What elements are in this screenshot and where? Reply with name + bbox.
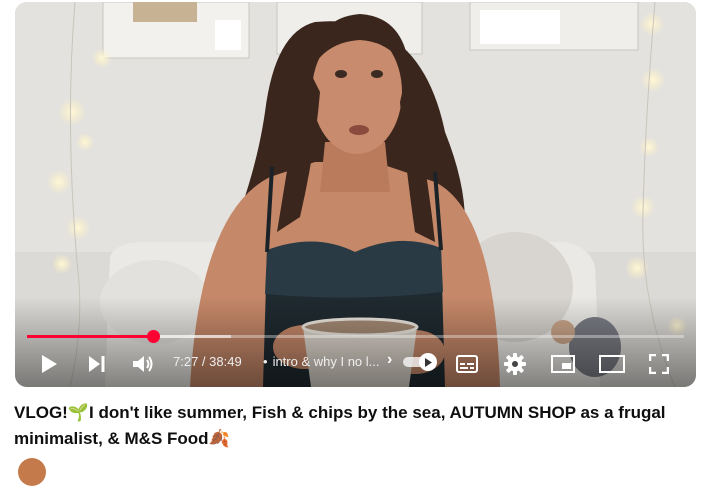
duration: 38:49 [209, 354, 242, 369]
video-title: VLOG!🌱I don't like summer, Fish & chips … [14, 403, 666, 448]
time-display: 7:27 / 38:49 [173, 354, 242, 369]
theater-mode-button[interactable] [597, 346, 627, 382]
volume-button[interactable] [129, 346, 157, 382]
miniplayer-icon [551, 355, 575, 373]
progress-bar[interactable] [27, 330, 684, 343]
miniplayer-button[interactable] [549, 346, 577, 382]
autoplay-play-icon [425, 357, 432, 367]
subtitles-icon [456, 355, 478, 373]
theater-mode-icon [599, 355, 625, 373]
next-icon [89, 356, 105, 372]
chapter-button[interactable]: • intro & why I no l... [263, 354, 380, 369]
controls-gradient [15, 297, 696, 387]
volume-icon [133, 356, 153, 372]
settings-button[interactable] [501, 346, 529, 382]
current-time: 7:27 [173, 354, 199, 369]
subtitles-button[interactable] [453, 346, 481, 382]
channel-avatar[interactable] [18, 458, 46, 486]
settings-icon [504, 353, 526, 375]
autoplay-toggle[interactable] [403, 353, 439, 371]
time-separator: / [198, 354, 210, 369]
play-button[interactable] [35, 346, 63, 382]
chapter-chevron-icon[interactable]: › [387, 351, 392, 369]
play-icon [42, 355, 57, 373]
video-player[interactable]: 7:27 / 38:49 • intro & why I no l... › [15, 2, 696, 387]
played-bar [27, 335, 154, 338]
fullscreen-button[interactable] [645, 346, 673, 382]
fullscreen-icon [649, 354, 669, 374]
autoplay-knob [419, 353, 437, 371]
next-button[interactable] [83, 346, 111, 382]
chapter-title: intro & why I no l... [272, 354, 380, 369]
chapter-bullet: • [263, 354, 268, 369]
